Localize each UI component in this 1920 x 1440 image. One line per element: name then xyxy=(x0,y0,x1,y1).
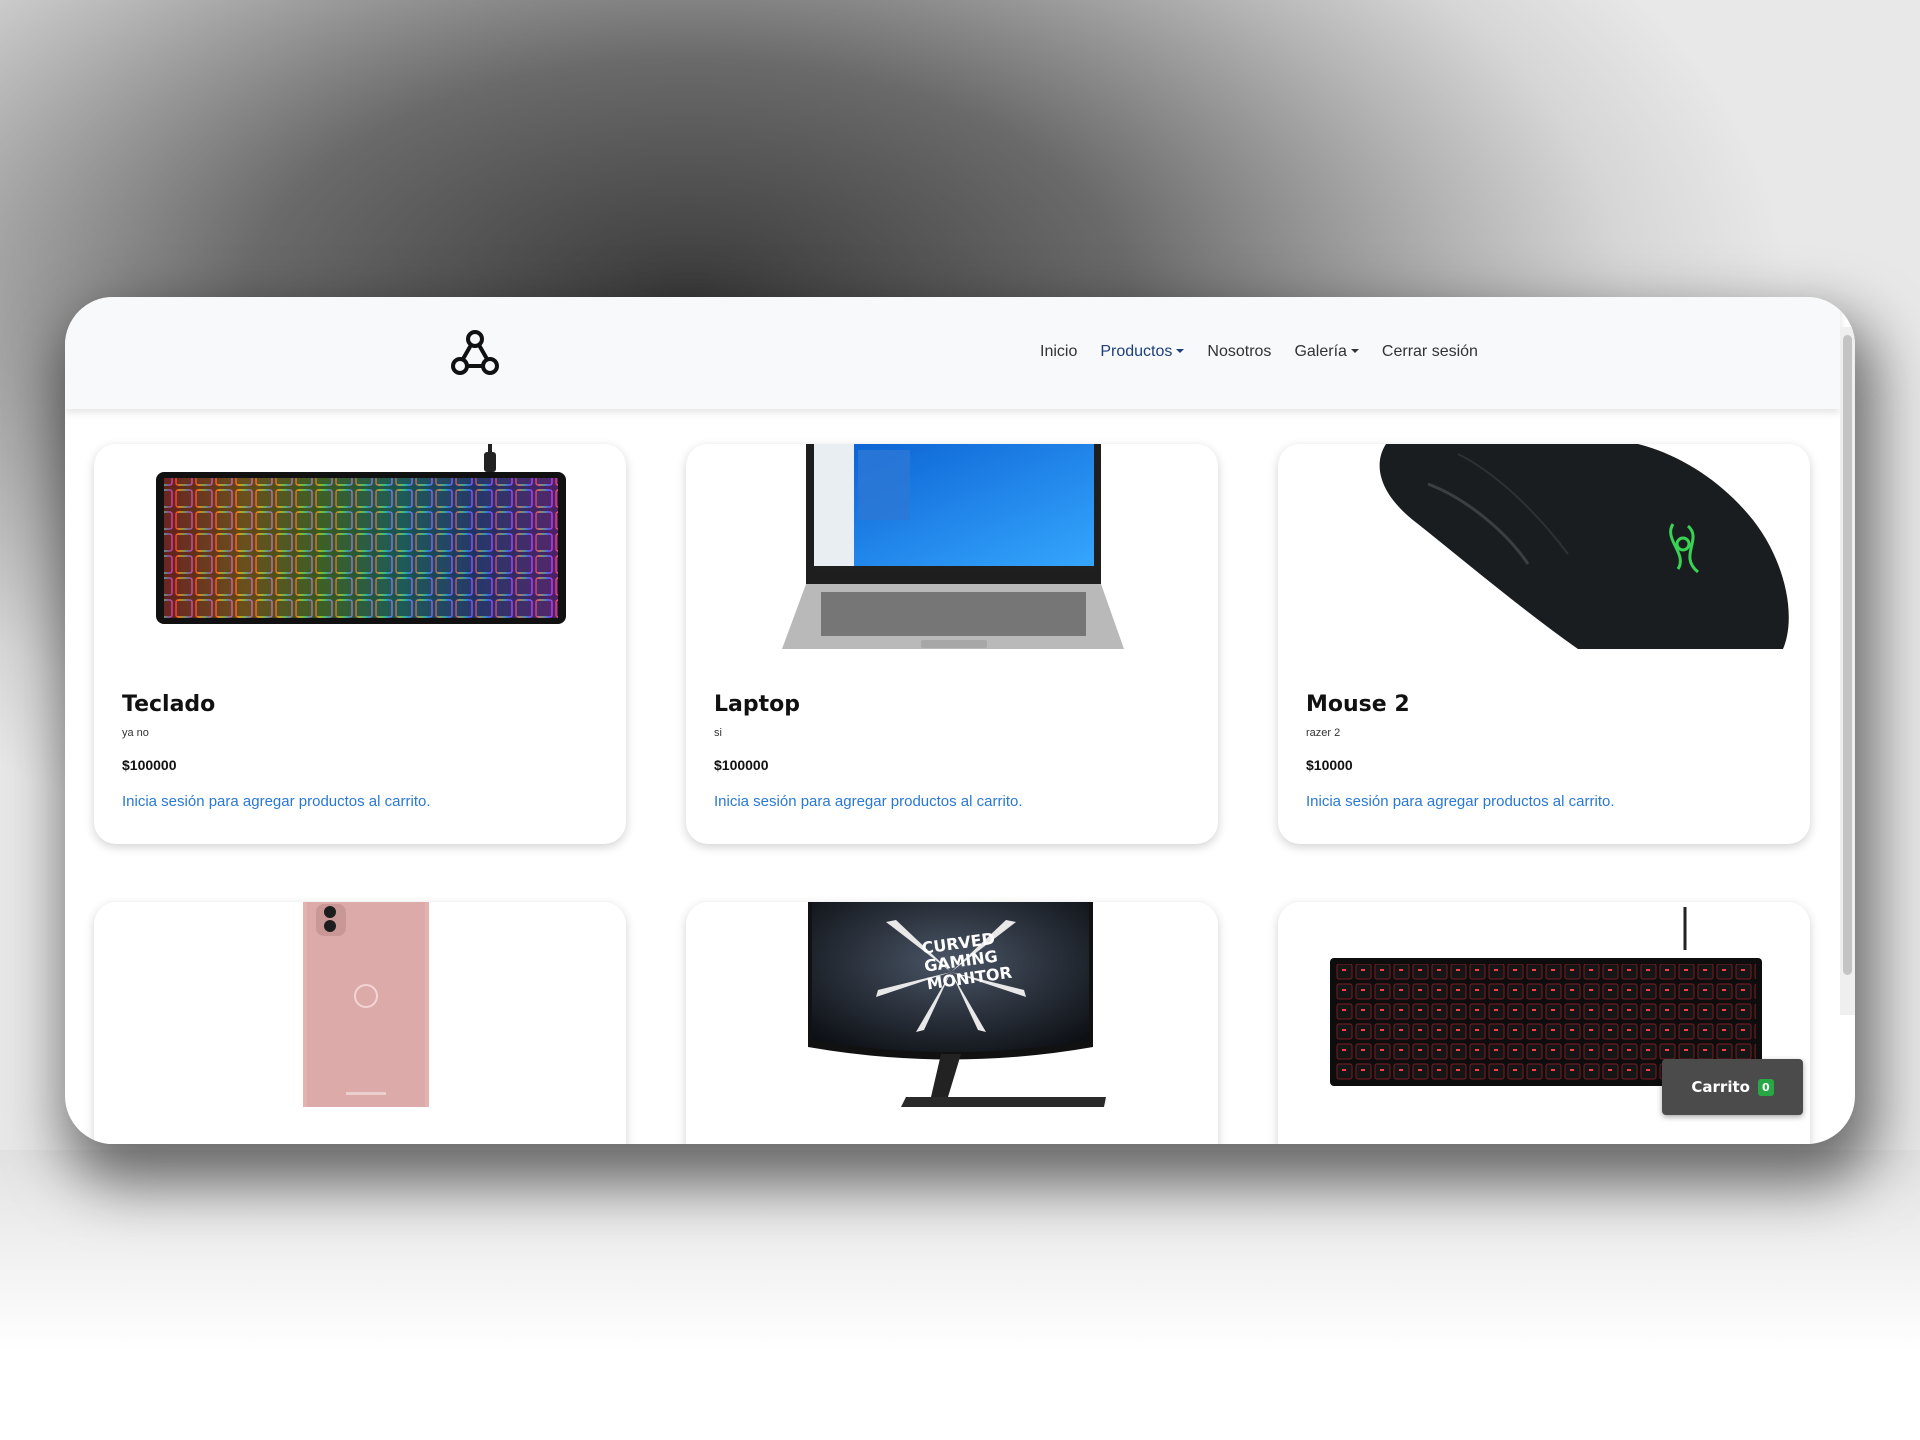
nav-inicio[interactable]: Inicio xyxy=(1040,343,1077,361)
cart-button[interactable]: Carrito 0 xyxy=(1662,1059,1803,1115)
pink-phone-image xyxy=(303,902,429,1107)
razer-mouse-image xyxy=(1379,444,1789,649)
background-fade xyxy=(0,1150,1920,1440)
nav-nosotros[interactable]: Nosotros xyxy=(1207,343,1271,361)
product-description: ya no xyxy=(122,727,149,739)
product-title: Laptop xyxy=(714,692,800,717)
product-price: $100000 xyxy=(714,757,769,773)
rgb-keyboard-image xyxy=(156,444,566,624)
product-card: Laptop si $100000 Inicia sesión para agr… xyxy=(686,444,1218,844)
cart-count-badge: 0 xyxy=(1757,1078,1774,1096)
login-to-add-link[interactable]: Inicia sesión para agregar productos al … xyxy=(714,793,1023,810)
product-description: si xyxy=(714,727,722,739)
cart-label: Carrito xyxy=(1691,1078,1750,1096)
product-price: $100000 xyxy=(122,757,177,773)
nav-productos[interactable]: Productos xyxy=(1100,343,1185,361)
navbar: Inicio Productos Nosotros Galería Cerrar… xyxy=(65,297,1840,409)
product-price: $10000 xyxy=(1306,757,1353,773)
laptop-image xyxy=(782,444,1124,649)
page-scrollbar[interactable] xyxy=(1840,327,1855,1015)
caret-down-icon xyxy=(1176,349,1185,353)
product-card: CURVED GAMING MONITOR xyxy=(686,902,1218,1144)
product-description: razer 2 xyxy=(1306,727,1341,739)
nav-galeria[interactable]: Galería xyxy=(1294,343,1359,361)
product-card xyxy=(94,902,626,1144)
nav-cerrar-sesion[interactable]: Cerrar sesión xyxy=(1382,343,1478,361)
browser-window: Inicio Productos Nosotros Galería Cerrar… xyxy=(65,297,1855,1144)
main-nav: Inicio Productos Nosotros Galería Cerrar… xyxy=(1040,343,1501,361)
nodes-logo-icon[interactable] xyxy=(449,327,501,379)
product-card: Mouse 2 razer 2 $10000 Inicia sesión par… xyxy=(1278,444,1810,844)
scrollbar-thumb[interactable] xyxy=(1843,335,1852,975)
product-card: Teclado ya no $100000 Inicia sesión para… xyxy=(94,444,626,844)
product-title: Mouse 2 xyxy=(1306,692,1410,717)
caret-down-icon xyxy=(1350,349,1359,353)
curved-monitor-image: CURVED GAMING MONITOR xyxy=(808,902,1106,1107)
login-to-add-link[interactable]: Inicia sesión para agregar productos al … xyxy=(122,793,431,810)
login-to-add-link[interactable]: Inicia sesión para agregar productos al … xyxy=(1306,793,1615,810)
product-title: Teclado xyxy=(122,692,216,717)
